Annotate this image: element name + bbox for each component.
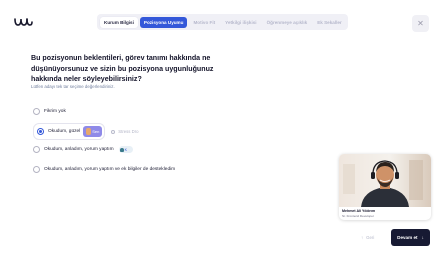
close-button[interactable]: ✕: [412, 15, 429, 32]
circle-icon: [111, 129, 116, 134]
question-title: Bu pozisyonun beklentileri, görev tanımı…: [31, 54, 214, 83]
you-chip-label: Sen: [92, 129, 100, 134]
selected-option-box[interactable]: Okudum, güzel Sen: [33, 123, 106, 140]
evaluator-initial: K: [124, 147, 127, 152]
step-pozisyona-uyumu[interactable]: Pozisyona Uyumu: [139, 16, 188, 28]
option-label: Okudum, güzel: [48, 129, 81, 134]
option-label: Okudum, anladım, yorum yaptım: [44, 147, 114, 152]
evaluator-avatar-icon: K: [118, 146, 133, 153]
avatar: [86, 128, 92, 135]
back-button-label: Geri: [366, 235, 375, 240]
option-label: Fikrim yok: [44, 109, 66, 114]
radio-button[interactable]: [33, 108, 40, 115]
option-okudum-guzel[interactable]: Okudum, güzel Sen Stress Dro: [33, 123, 139, 140]
close-icon: ✕: [417, 19, 424, 28]
option-label: Okudum, anladım, yorum yaptım ve ek bilg…: [44, 167, 176, 172]
step-ogrenmeye-aciklik[interactable]: Öğrenmeye açıklık: [263, 17, 312, 28]
radio-button-selected[interactable]: [37, 128, 44, 135]
candidate-video-card[interactable]: Mehmet Ali Yıldırım Sr. Frontend Develop…: [339, 154, 431, 220]
continue-button[interactable]: Devam et ↓: [391, 229, 430, 246]
back-button[interactable]: ↑ Geri: [361, 235, 374, 240]
step-yetkilgi[interactable]: Yetkilgi ilişkisi: [221, 17, 260, 28]
candidate-video[interactable]: [339, 154, 431, 207]
step-kurum-bilgisi[interactable]: Kurum Bilgisi: [100, 16, 138, 28]
other-evaluator-label: Stress Dro: [118, 129, 139, 134]
arrow-down-icon: ↓: [421, 235, 424, 240]
step-motivo-fit[interactable]: Motivo Fit: [189, 17, 219, 28]
progress-stepper: Kurum Bilgisi Pozisyona Uyumu Motivo Fit…: [97, 14, 348, 30]
radio-button[interactable]: [33, 166, 40, 173]
option-okudum-anladim[interactable]: Okudum, anladım, yorum yaptım K: [33, 146, 133, 153]
option-fikrim-yok[interactable]: Fikrim yok: [33, 108, 66, 115]
candidate-role: Sr. Frontend Developer: [342, 214, 374, 218]
option-ek-bilgiler[interactable]: Okudum, anladım, yorum yaptım ve ek bilg…: [33, 166, 175, 173]
you-chip: Sen: [83, 126, 103, 137]
radio-button[interactable]: [33, 146, 40, 153]
continue-button-label: Devam et: [397, 235, 418, 240]
arrow-up-icon: ↑: [361, 235, 364, 240]
step-ek-sekaller[interactable]: Ek Sekaller: [313, 17, 346, 28]
avatar: [119, 147, 124, 152]
question-hint: Lütfen adayı tek tar seçime değerlendiri…: [31, 84, 115, 89]
brand-logo: [14, 18, 33, 26]
candidate-name: Mehmet Ali Yıldırım: [342, 209, 376, 213]
other-evaluator-tag: Stress Dro: [111, 129, 139, 134]
